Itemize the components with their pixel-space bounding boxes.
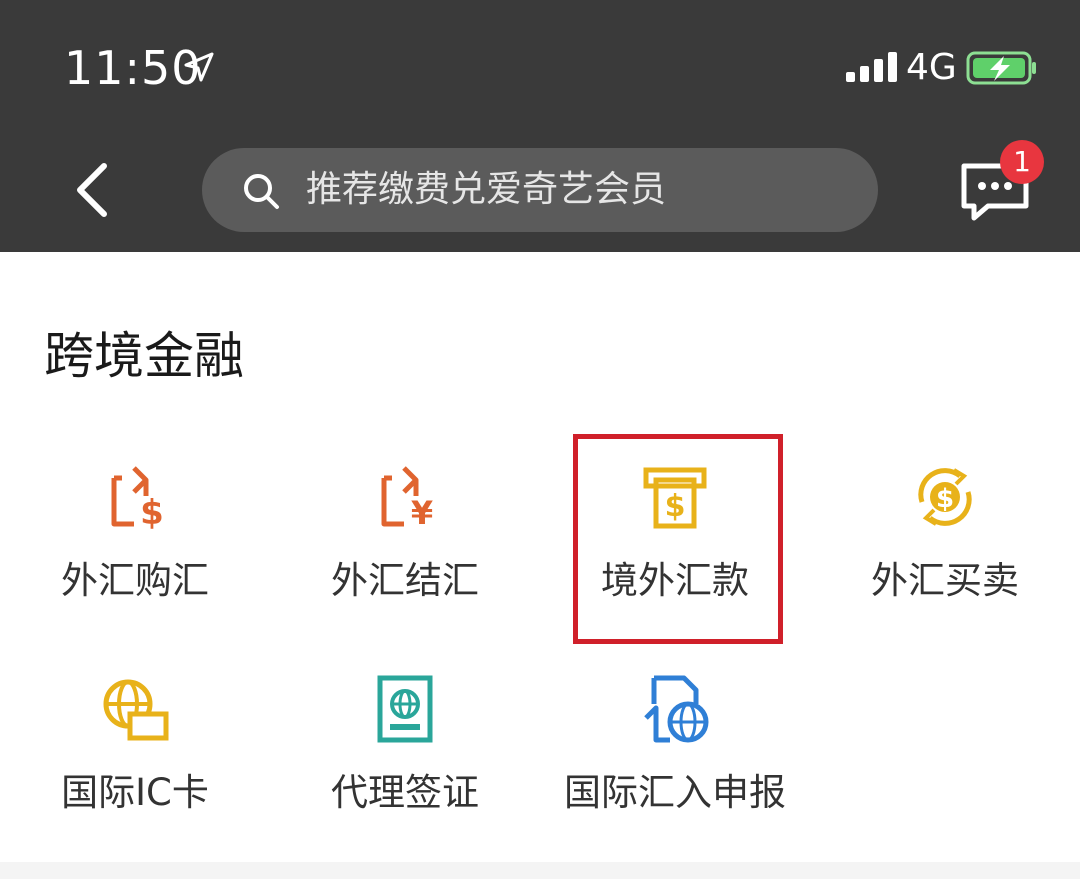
- tile-label: 代理签证: [331, 771, 479, 814]
- exchange-dollar-icon: $: [111, 466, 164, 532]
- back-chevron-icon[interactable]: [72, 162, 112, 218]
- tile-label: 国际汇入申报: [564, 771, 786, 814]
- battery-charging-icon: [966, 51, 1036, 85]
- tile-inward-remittance-declaration[interactable]: 国际汇入申报: [540, 674, 810, 874]
- tile-visa-agency[interactable]: 代理签证: [270, 674, 540, 874]
- message-badge: 1: [1000, 140, 1044, 184]
- tile-international-ic-card[interactable]: 国际IC卡: [0, 674, 270, 874]
- location-arrow-icon: [184, 52, 214, 82]
- globe-card-icon: [103, 679, 169, 741]
- tile-forex-trading[interactable]: $ 外汇买卖: [810, 462, 1080, 662]
- passport-icon: [377, 675, 433, 743]
- document-globe-icon: [644, 675, 709, 743]
- exchange-yen-icon: ¥: [381, 466, 433, 532]
- cross-border-finance-section: 跨境金融 $ 外汇购汇 ¥ 外汇结汇 $ 境外汇款 $ 外汇买卖 国际IC卡 代…: [0, 252, 1080, 862]
- tile-label: 外汇购汇: [61, 559, 209, 602]
- section-title: 跨境金融: [44, 327, 244, 385]
- tile-forex-purchase[interactable]: $ 外汇购汇: [0, 462, 270, 662]
- top-bar: 11:50 4G 推荐缴费兑爱奇艺会员 1: [0, 0, 1080, 252]
- tile-label: 外汇买卖: [871, 559, 1019, 602]
- tile-label: 外汇结汇: [331, 559, 479, 602]
- tile-label: 国际IC卡: [61, 771, 209, 814]
- dollar-cycle-icon: $: [918, 468, 972, 526]
- cellular-signal-icon: [846, 52, 897, 82]
- highlight-box: [573, 434, 783, 644]
- tile-forex-settlement[interactable]: ¥ 外汇结汇: [270, 462, 540, 662]
- svg-text:¥: ¥: [411, 494, 433, 532]
- svg-text:$: $: [936, 484, 954, 514]
- status-time: 11:50: [64, 41, 202, 95]
- network-type: 4G: [906, 47, 957, 88]
- search-bar[interactable]: 推荐缴费兑爱奇艺会员: [202, 148, 878, 232]
- search-placeholder: 推荐缴费兑爱奇艺会员: [306, 169, 667, 210]
- search-icon: [244, 174, 279, 209]
- svg-text:$: $: [140, 493, 164, 532]
